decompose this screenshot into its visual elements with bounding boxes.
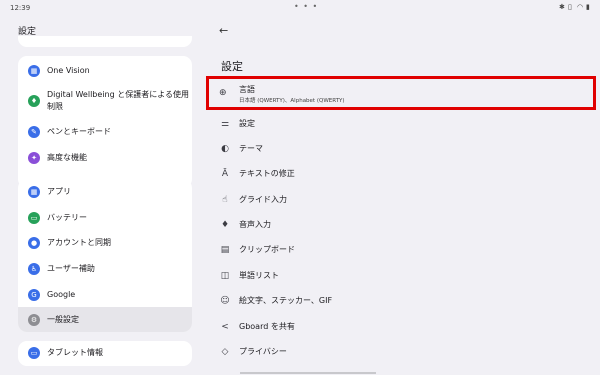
settings-item-clipboard[interactable]: ▤ クリップボード <box>210 237 600 262</box>
sidebar-item-accounts[interactable]: ● アカウントと同期 <box>18 233 192 253</box>
settings-sidebar: 設定 ▦ One Vision ♦ Digital Wellbeing と保護者… <box>0 16 210 375</box>
multitask-dots[interactable]: • • • <box>294 2 318 11</box>
sidebar-item-tablet-info[interactable]: ▭ タブレット情報 <box>18 343 192 363</box>
status-icons: ✱ ▯ ◠ ▮ <box>559 3 592 11</box>
advanced-icon: ✦ <box>28 152 40 164</box>
palette-icon: ◐ <box>221 143 229 154</box>
settings-item-theme[interactable]: ◐ テーマ <box>210 136 600 161</box>
globe-icon: ⊕ <box>219 88 227 98</box>
sidebar-item-one-vision[interactable]: ▦ One Vision <box>18 61 192 81</box>
mic-icon: ♦ <box>220 219 230 230</box>
google-icon: G <box>28 289 40 301</box>
clock: 12:39 <box>10 4 31 12</box>
sidebar-card-top <box>18 36 192 47</box>
sidebar-item-battery[interactable]: ▭ バッテリー <box>18 208 192 228</box>
one-vision-icon: ▦ <box>28 65 40 77</box>
status-bar: 12:39 • • • ✱ ▯ ◠ ▮ <box>0 0 600 16</box>
sliders-icon: ⚌ <box>220 118 230 129</box>
general-settings-icon: ⚙ <box>28 313 40 326</box>
sidebar-item-advanced[interactable]: ✦ 高度な機能 <box>18 148 192 168</box>
wifi-icon: ◠ <box>577 3 584 11</box>
gboard-settings-pane: ← 設定 ⚌ 設定 ◐ テーマ Ā テキストの修正 ☝ グライド入力 ♦ 音声入… <box>210 16 600 375</box>
settings-item-text-correction[interactable]: Ā テキストの修正 <box>210 161 600 186</box>
battery-saver-icon: ▯ <box>568 3 572 11</box>
sidebar-item-google[interactable]: G Google <box>18 285 192 305</box>
battery-icon: ▭ <box>28 212 40 224</box>
privacy-icon: ◇ <box>221 346 229 357</box>
account-icon: ● <box>28 237 40 249</box>
pen-icon: ✎ <box>28 126 40 138</box>
battery-icon: ▮ <box>586 3 590 11</box>
wellbeing-icon: ♦ <box>28 95 40 107</box>
share-icon: < <box>221 321 229 332</box>
apps-icon: ▦ <box>28 186 40 198</box>
language-sublabel: 日本語 (QWERTY)、Alphabet (QWERTY) <box>239 98 345 104</box>
settings-item-emoji[interactable]: ☺ 絵文字、ステッカー、GIF <box>210 288 600 313</box>
sidebar-item-pen-keyboard[interactable]: ✎ ペンとキーボード <box>18 122 192 142</box>
page-title: 設定 <box>221 60 243 73</box>
settings-item-dictionary[interactable]: ◫ 単語リスト <box>210 263 600 288</box>
settings-item-glide-typing[interactable]: ☝ グライド入力 <box>210 187 600 212</box>
settings-item-share-gboard[interactable]: < Gboard を共有 <box>210 314 600 339</box>
text-correction-icon: Ā <box>221 168 229 179</box>
navigation-handle[interactable] <box>240 372 376 374</box>
sidebar-card-2: ▦ アプリ ▭ バッテリー ● アカウントと同期 ♿ ユーザー補助 G Goog… <box>18 179 192 332</box>
sidebar-item-digital-wellbeing[interactable]: ♦ Digital Wellbeing と保護者による使用 制限 <box>18 86 192 116</box>
tablet-info-icon: ▭ <box>28 347 40 359</box>
emoji-icon: ☺ <box>220 295 230 306</box>
sidebar-item-accessibility[interactable]: ♿ ユーザー補助 <box>18 259 192 279</box>
bluetooth-icon: ✱ <box>559 3 565 11</box>
sidebar-card-1: ▦ One Vision ♦ Digital Wellbeing と保護者による… <box>18 56 192 188</box>
settings-item-privacy[interactable]: ◇ プライバシー <box>210 339 600 364</box>
dictionary-icon: ◫ <box>220 270 230 281</box>
sidebar-item-general-settings[interactable]: ⚙ 一般設定 <box>18 307 192 332</box>
settings-item-preferences[interactable]: ⚌ 設定 <box>210 111 600 136</box>
accessibility-icon: ♿ <box>28 263 40 275</box>
back-arrow-icon[interactable]: ← <box>219 24 228 37</box>
clipboard-icon: ▤ <box>220 244 230 255</box>
language-label: 言語 <box>239 85 255 94</box>
settings-item-voice-input[interactable]: ♦ 音声入力 <box>210 212 600 237</box>
sidebar-item-apps[interactable]: ▦ アプリ <box>18 182 192 202</box>
glide-typing-icon: ☝ <box>222 194 228 205</box>
sidebar-card-3: ▭ タブレット情報 <box>18 341 192 366</box>
settings-item-language[interactable]: ⊕ 言語 日本語 (QWERTY)、Alphabet (QWERTY) <box>206 76 596 110</box>
